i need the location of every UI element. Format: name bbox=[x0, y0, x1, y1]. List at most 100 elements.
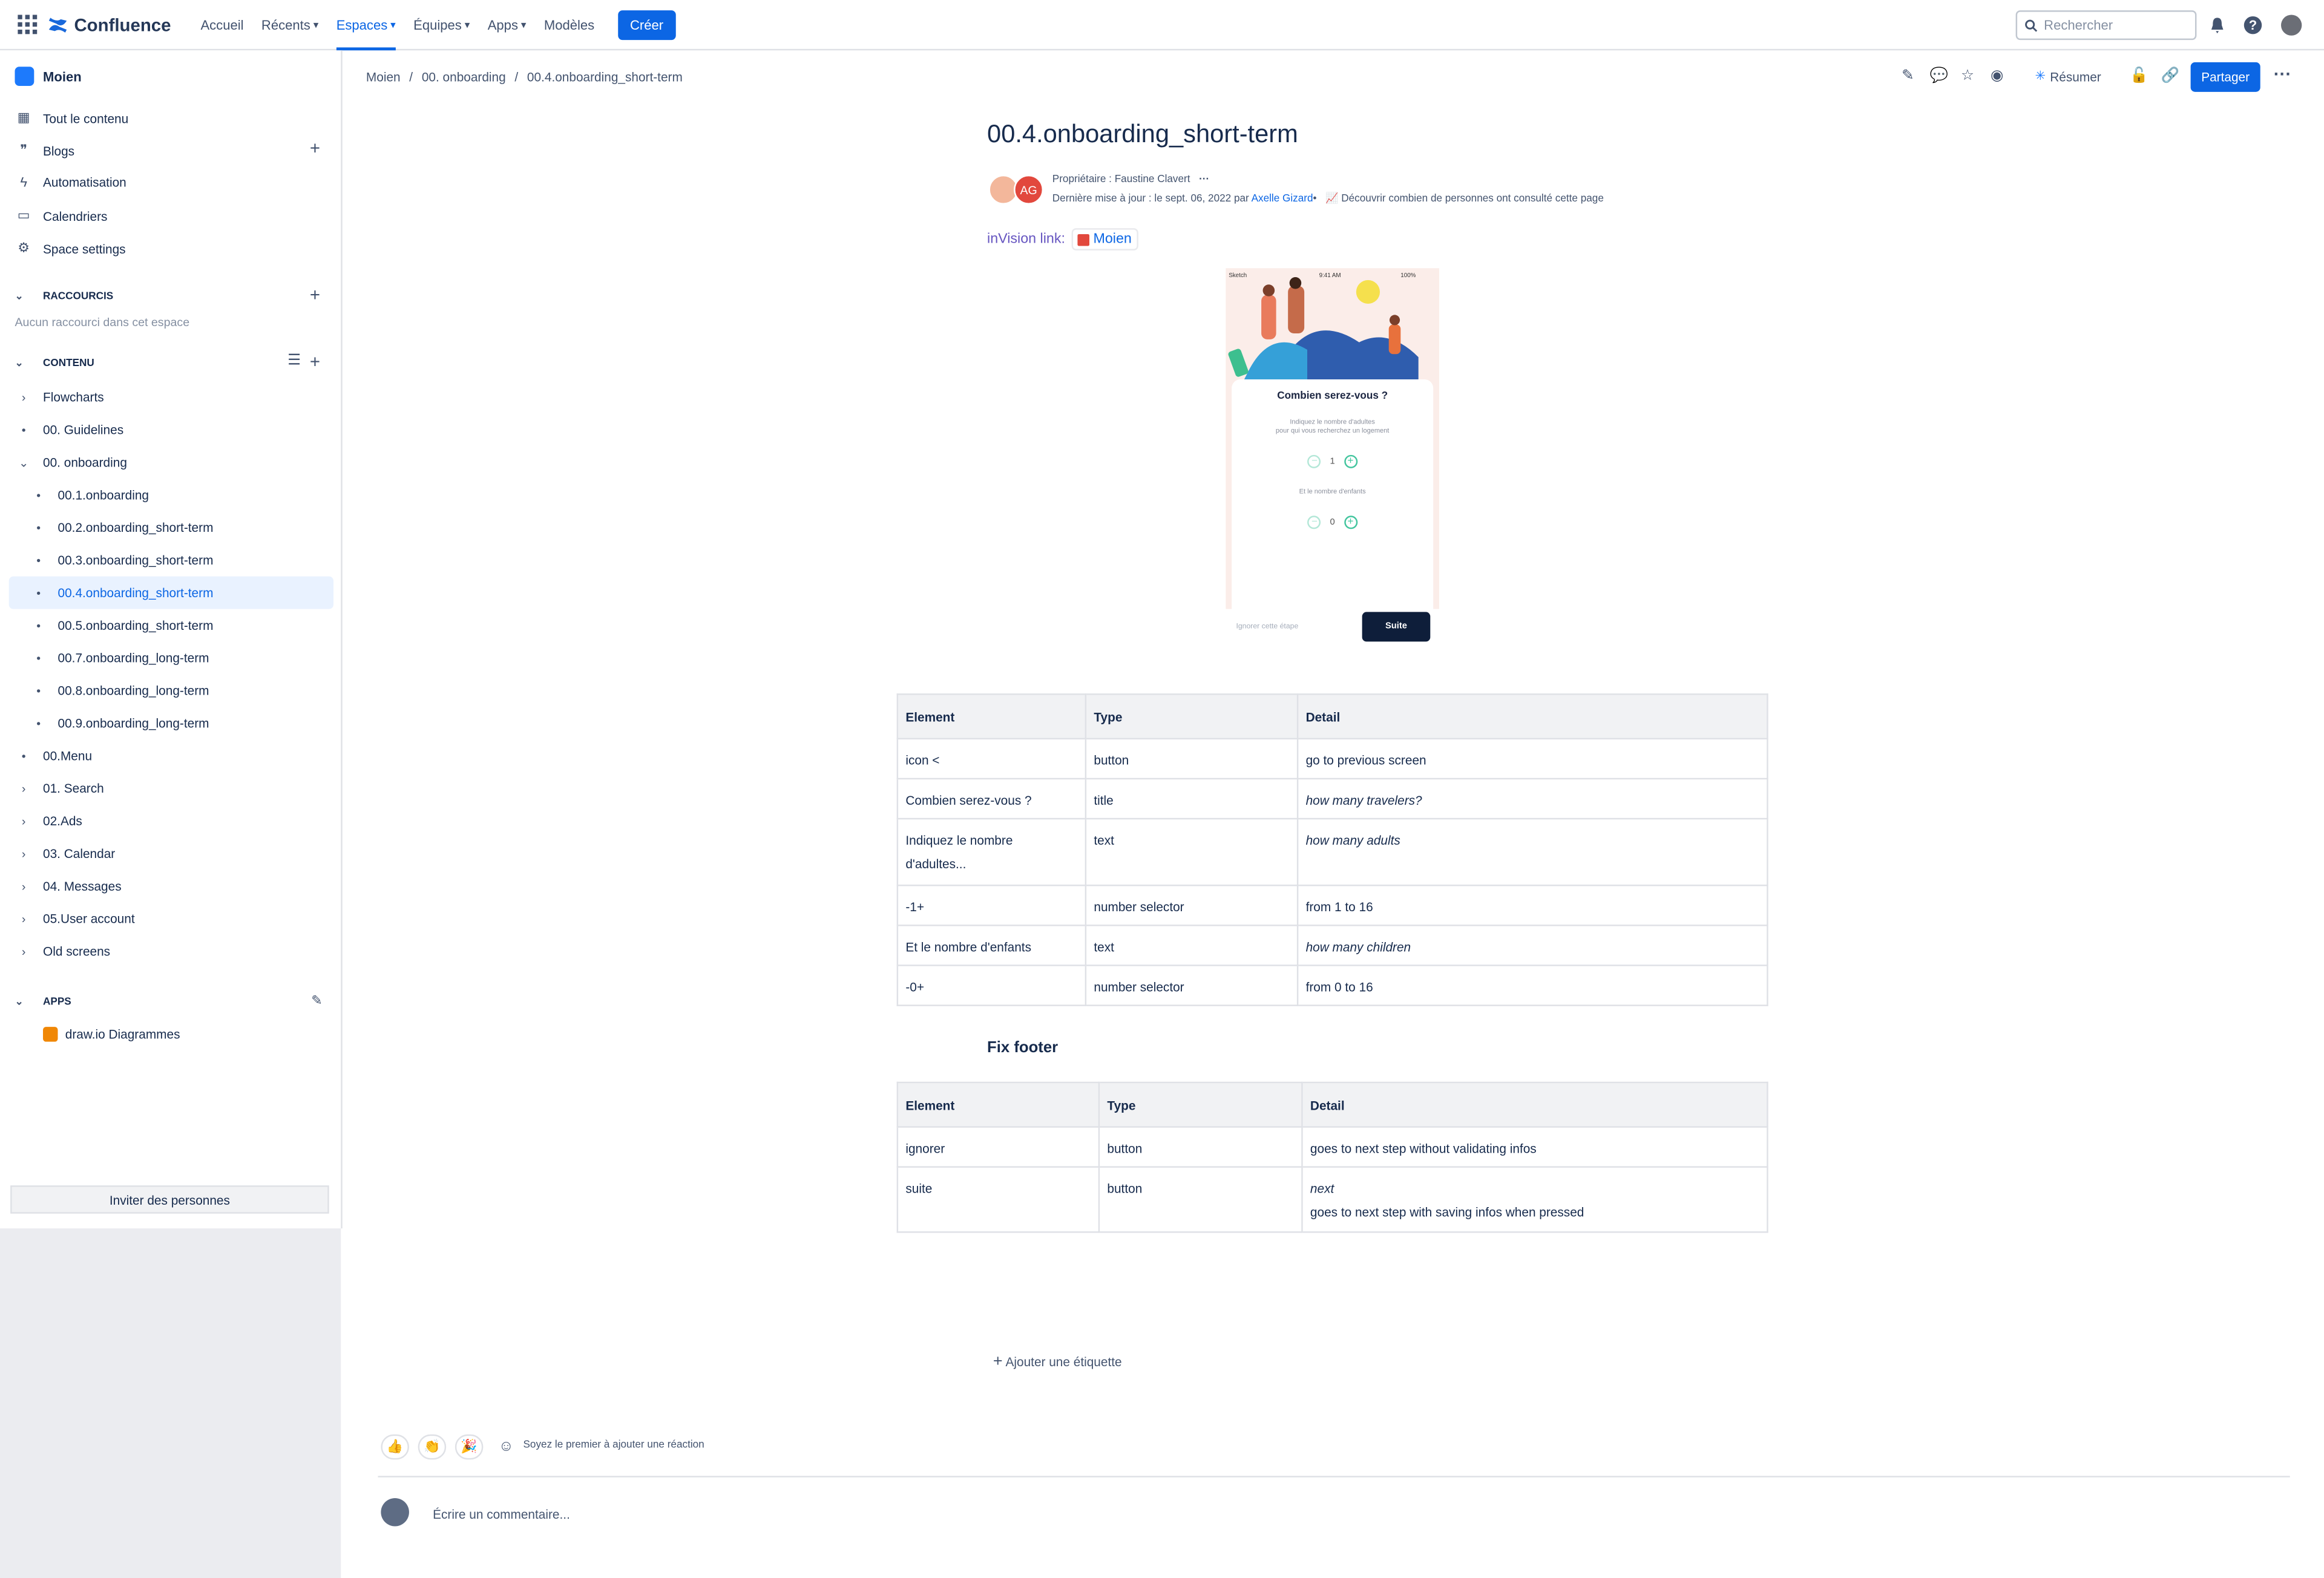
apps-section[interactable]: ⌄ APPS bbox=[15, 996, 71, 1007]
add-reaction-icon[interactable]: ☺ bbox=[492, 1434, 520, 1460]
nav-teams[interactable]: Équipes ▾ bbox=[404, 0, 479, 50]
tree-item[interactable]: ⌄ 00. onboarding bbox=[15, 455, 127, 470]
mockup-children-count: 0 bbox=[1330, 519, 1335, 528]
nav-recents[interactable]: Récents ▾ bbox=[252, 0, 327, 50]
tree-item[interactable]: • 00.Menu bbox=[15, 748, 92, 763]
table-row: -0+ number selector from 0 to 16 bbox=[896, 964, 1768, 1006]
shortcuts-section[interactable]: ⌄ RACCOURCIS bbox=[15, 290, 113, 302]
reaction-clap[interactable]: 👏 bbox=[418, 1434, 447, 1460]
tree-item[interactable]: › 04. Messages bbox=[15, 879, 122, 893]
invite-people-button[interactable]: Inviter des personnes bbox=[10, 1185, 329, 1214]
content-section[interactable]: ⌄ CONTENU bbox=[15, 357, 94, 368]
nav-home[interactable]: Accueil bbox=[192, 0, 252, 50]
tree-item[interactable]: • 00. Guidelines bbox=[15, 422, 123, 437]
minus-icon: − bbox=[1307, 516, 1321, 529]
bullet-icon: • bbox=[36, 618, 41, 632]
comment-input[interactable]: Écrire un commentaire... bbox=[433, 1507, 570, 1522]
cell-text: title bbox=[1094, 793, 1114, 808]
breadcrumb-item[interactable]: 00.4.onboarding_short-term bbox=[527, 70, 683, 84]
chevron-down-icon: ▾ bbox=[313, 20, 319, 31]
space-header[interactable]: Moien bbox=[15, 67, 82, 87]
app-switcher-icon[interactable] bbox=[18, 14, 38, 34]
sidebar-item-all-content[interactable]: ▦ Tout le contenu bbox=[15, 110, 128, 126]
nav-spaces-label: Espaces bbox=[336, 17, 388, 32]
breadcrumb: Moien / 00. onboarding / 00.4.onboarding_sho… bbox=[366, 70, 683, 84]
nav-apps[interactable]: Apps ▾ bbox=[479, 0, 535, 50]
tree-item[interactable]: • 00.1.onboarding bbox=[30, 488, 149, 502]
edit-icon[interactable]: ✎ bbox=[1902, 68, 1914, 85]
table-row: -1+ number selector from 1 to 16 bbox=[896, 885, 1768, 926]
invision-link[interactable]: Moien bbox=[1071, 228, 1138, 250]
comment-icon[interactable]: 💬 bbox=[1930, 68, 1948, 85]
link-icon[interactable]: 🔗 bbox=[2161, 68, 2179, 85]
create-button[interactable]: Créer bbox=[618, 9, 675, 39]
table-row: icon < button go to previous screen bbox=[896, 738, 1768, 780]
tree-item-label: 00. Guidelines bbox=[43, 422, 124, 437]
tree-item[interactable]: › 01. Search bbox=[15, 781, 104, 796]
sidebar-item-calendars[interactable]: ▭ Calendriers bbox=[15, 208, 108, 224]
notifications-icon[interactable] bbox=[2207, 15, 2228, 35]
cell-text: next bbox=[1310, 1180, 1334, 1196]
cell-text: number selector bbox=[1094, 979, 1184, 995]
share-button[interactable]: Partager bbox=[2190, 62, 2260, 92]
chevron-right-icon: › bbox=[21, 879, 26, 893]
tree-item[interactable]: › Old screens bbox=[15, 944, 110, 958]
more-actions-icon[interactable]: ··· bbox=[2274, 64, 2291, 84]
pencil-icon[interactable]: ✎ bbox=[311, 993, 322, 1009]
user-avatar[interactable] bbox=[2281, 15, 2302, 36]
search-input[interactable]: Rechercher bbox=[2015, 10, 2197, 41]
chevron-down-icon: ▾ bbox=[390, 20, 396, 31]
add-label-button[interactable]: + Ajouter une étiquette bbox=[993, 1353, 1122, 1370]
sidebar-item-blogs[interactable]: ❞ Blogs bbox=[15, 142, 74, 159]
tree-item[interactable]: • 00.3.onboarding_short-term bbox=[30, 552, 213, 567]
cell-text: from 1 to 16 bbox=[1305, 899, 1373, 915]
sidebar-item-automation[interactable]: ϟ Automatisation bbox=[15, 175, 126, 189]
tree-item[interactable]: › 02.Ads bbox=[15, 814, 82, 828]
reaction-thumbs-up[interactable]: 👍 bbox=[381, 1434, 409, 1460]
tree-item[interactable]: • 00.5.onboarding_short-term bbox=[30, 618, 213, 632]
filter-icon[interactable]: ☰ bbox=[287, 353, 301, 369]
table-row: ignorer button goes to next step without v… bbox=[896, 1126, 1768, 1168]
summarize-button[interactable]: ✳ Résumer bbox=[2035, 68, 2101, 85]
tree-item-current[interactable]: • 00.4.onboarding_short-term bbox=[30, 585, 213, 600]
help-icon[interactable]: ? bbox=[2242, 15, 2263, 35]
nav-templates[interactable]: Modèles bbox=[535, 0, 603, 50]
breadcrumb-separator: / bbox=[409, 70, 413, 85]
table-cell: next goes to next step with saving infos … bbox=[1301, 1166, 1768, 1233]
tree-item[interactable]: • 00.2.onboarding_short-term bbox=[30, 520, 213, 535]
mockup-skip: Ignorer cette étape bbox=[1236, 622, 1299, 632]
add-shortcut-icon[interactable]: + bbox=[310, 284, 320, 305]
mockup-title: Combien serez-vous ? bbox=[1277, 391, 1388, 402]
analytics-link[interactable]: Découvrir combien de personnes ont consu… bbox=[1341, 194, 1604, 205]
editor-avatar[interactable]: AG bbox=[1014, 174, 1044, 205]
add-blog-icon[interactable]: + bbox=[310, 138, 320, 159]
nav-spaces[interactable]: Espaces ▾ bbox=[327, 0, 404, 50]
tree-item[interactable]: › 03. Calendar bbox=[15, 846, 115, 860]
reaction-party[interactable]: 🎉 bbox=[455, 1434, 484, 1460]
tree-item[interactable]: • 00.8.onboarding_long-term bbox=[30, 683, 209, 698]
add-content-icon[interactable]: + bbox=[310, 351, 320, 372]
bullet-icon: • bbox=[36, 586, 41, 600]
cell-text: icon < bbox=[905, 753, 940, 768]
breadcrumb-item[interactable]: 00. onboarding bbox=[422, 70, 506, 84]
table-cell: Combien serez-vous ? bbox=[896, 778, 1087, 820]
chevron-right-icon: › bbox=[21, 390, 26, 404]
table-cell: Et le nombre d'enfants bbox=[896, 925, 1087, 966]
tree-item[interactable]: • 00.9.onboarding_long-term bbox=[30, 716, 209, 730]
cell-text: how many adults bbox=[1305, 833, 1400, 848]
chevron-down-icon: ⌄ bbox=[18, 456, 29, 470]
watch-icon[interactable]: ◉ bbox=[1991, 68, 2003, 85]
more-icon[interactable]: ··· bbox=[1199, 175, 1209, 185]
updated-by-link[interactable]: Axelle Gizard bbox=[1252, 194, 1313, 205]
tree-item[interactable]: › Flowcharts bbox=[15, 390, 104, 404]
sidebar-item-space-settings[interactable]: ⚙ Space settings bbox=[15, 240, 125, 257]
tree-item[interactable]: • 00.7.onboarding_long-term bbox=[30, 650, 209, 665]
sidebar-item-label: Automatisation bbox=[43, 174, 126, 190]
app-item-drawio[interactable]: draw.io Diagrammes bbox=[43, 1027, 180, 1042]
confluence-logo[interactable]: Confluence bbox=[47, 14, 171, 35]
table-header: Element bbox=[896, 1081, 1100, 1128]
breadcrumb-item[interactable]: Moien bbox=[366, 70, 401, 84]
tree-item[interactable]: › 05.User account bbox=[15, 911, 135, 926]
restrictions-icon[interactable]: 🔓 bbox=[2130, 68, 2148, 85]
star-icon[interactable]: ☆ bbox=[1961, 68, 1974, 85]
